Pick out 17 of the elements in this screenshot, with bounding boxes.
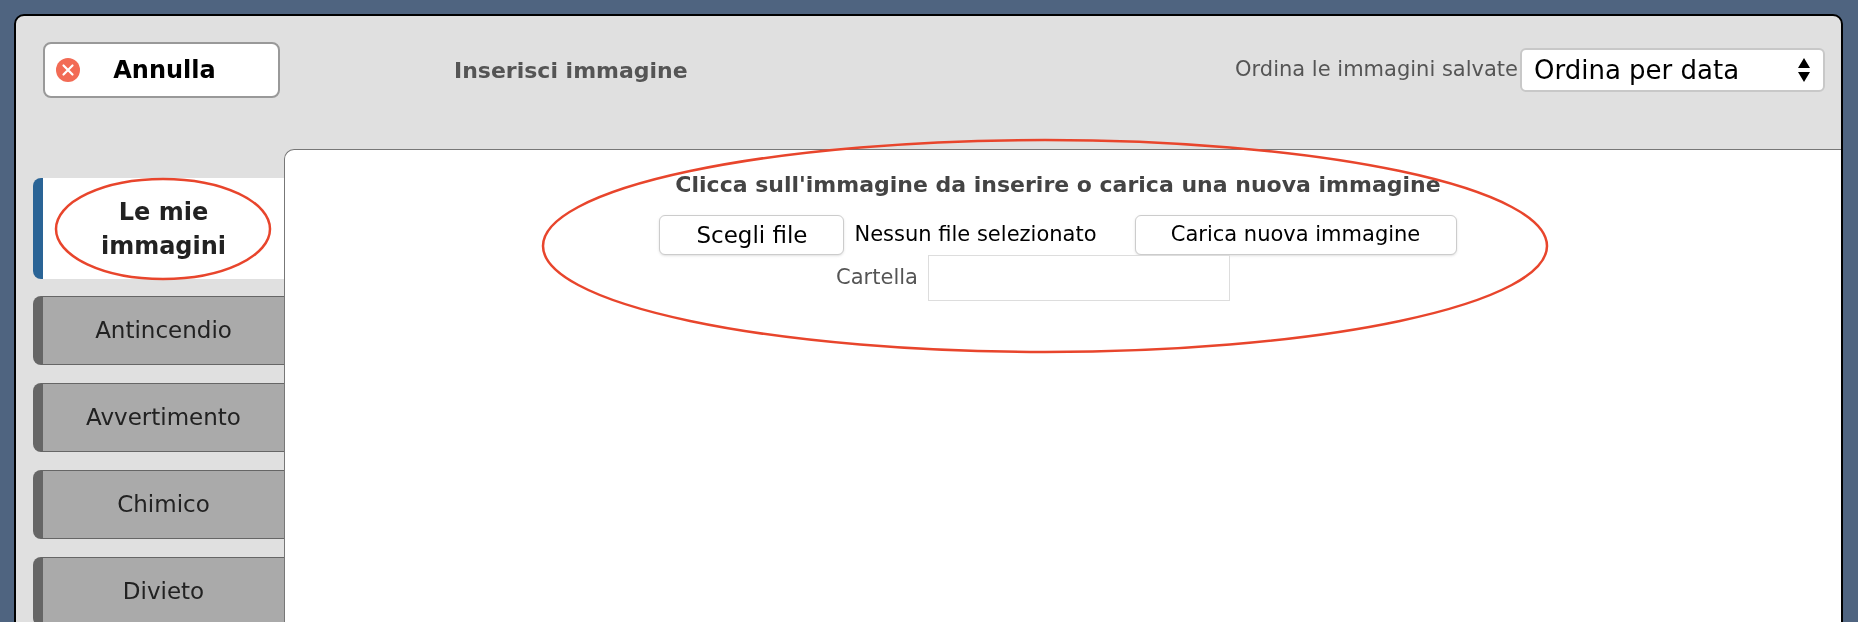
category-tab[interactable]: Antincendio [33,296,284,365]
category-tab[interactable]: Chimico [33,470,284,539]
panel-heading: Clicca sull'immagine da inserire o carica una nuova immagine [675,171,1441,199]
close-icon [55,57,81,83]
cancel-button[interactable]: Annulla [43,42,280,98]
folder-label: Cartella [836,264,918,292]
select-arrows-icon [1797,57,1811,83]
category-tab[interactable]: Divieto [33,557,284,622]
folder-field[interactable] [927,255,1230,301]
sort-label: Ordina le immagini salvate [1235,56,1518,84]
file-status: Nessun file selezionato [854,221,1097,249]
category-tab[interactable]: Avvertimento [33,383,284,452]
category-tab[interactable]: Le mie immagini [33,178,284,279]
dialog-title: Inserisci immagine [454,56,688,85]
upload-button[interactable]: Carica nuova immagine [1134,215,1457,255]
choose-file-button[interactable]: Scegli file [659,215,845,255]
sort-select[interactable]: Ordina per data [1520,48,1825,92]
